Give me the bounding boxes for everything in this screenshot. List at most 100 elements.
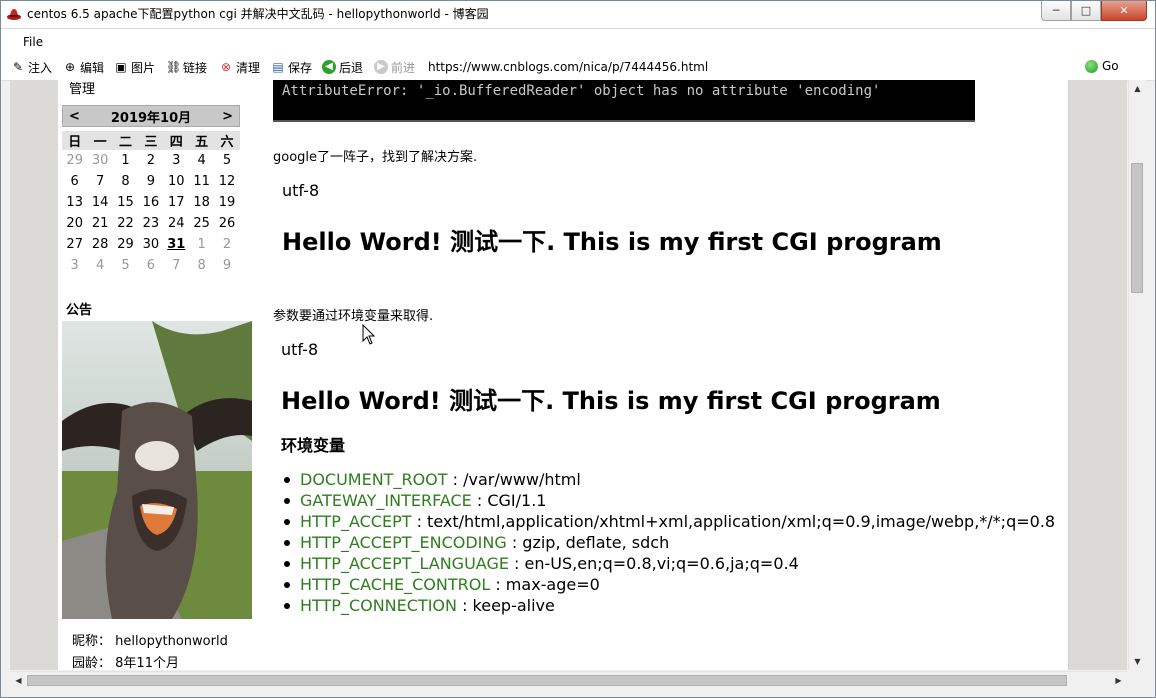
weekday-cell: 三 [144, 135, 158, 150]
vertical-scroll-thumb[interactable] [1131, 163, 1143, 293]
env-value: keep-alive [472, 596, 555, 615]
env-item: HTTP_ACCEPT : text/html,application/xhtm… [260, 511, 1055, 532]
calendar-day: 14 [91, 195, 109, 210]
env-item: HTTP_CONNECTION : keep-alive [260, 595, 1055, 616]
back-label: 后退 [339, 60, 364, 75]
calendar-day: 4 [95, 258, 105, 273]
code-block: AttributeError: '_io.BufferedReader' obj… [273, 80, 975, 122]
calendar-day: 28 [91, 237, 109, 252]
go-button[interactable]: Go [1085, 59, 1119, 73]
calendar-day: 27 [66, 237, 83, 252]
env-item: GATEWAY_INTERFACE : CGI/1.1 [260, 490, 1055, 511]
horizontal-scroll-thumb[interactable] [27, 675, 1067, 686]
weekday-cell: 四 [169, 135, 183, 150]
env-list: DOCUMENT_ROOT : /var/www/html GATEWAY_IN… [260, 469, 1055, 616]
calendar-day: 30 [91, 153, 109, 168]
content-divider [1068, 80, 1069, 670]
image-icon: ▣ [115, 60, 127, 74]
scroll-down-icon[interactable]: ▼ [1129, 653, 1146, 670]
calendar-day: 1 [121, 153, 130, 168]
env-sep: : [506, 533, 523, 552]
calendar-next-button[interactable]: > [222, 109, 233, 124]
calendar-day: 8 [121, 174, 130, 189]
env-key: GATEWAY_INTERFACE [300, 491, 472, 510]
donkey-photo [62, 321, 252, 619]
env-key: HTTP_ACCEPT [300, 512, 412, 531]
nickname-label: 昵称： [72, 634, 112, 649]
maximize-button[interactable]: □ [1071, 1, 1101, 21]
calendar-day-today[interactable]: 31 [164, 237, 189, 252]
calendar-day: 13 [66, 195, 83, 210]
env-sep: : [508, 554, 525, 573]
menu-file[interactable]: File [23, 35, 43, 49]
nickname-link[interactable]: hellopythonworld [115, 634, 228, 649]
blog-age-line: 园龄： 8年11个月 [72, 652, 179, 670]
calendar-day: 8 [197, 258, 206, 273]
calendar-day: 25 [193, 216, 210, 231]
syringe-icon: ✎ [12, 60, 24, 74]
edit-icon: ⊕ [64, 60, 76, 74]
back-button[interactable]: ◀ 后退 [322, 59, 363, 75]
weekday-cell: 五 [195, 135, 209, 150]
save-button[interactable]: ▤ 保存 [271, 59, 312, 75]
calendar-day: 15 [117, 195, 134, 210]
scroll-right-icon[interactable]: ▶ [1110, 672, 1127, 689]
edit-button[interactable]: ⊕ 编辑 [63, 59, 104, 75]
inject-label: 注入 [28, 60, 53, 75]
go-icon [1085, 59, 1098, 73]
links-button[interactable]: ⛓ 链接 [166, 59, 207, 75]
env-item: HTTP_ACCEPT_ENCODING : gzip, deflate, sd… [260, 532, 1055, 553]
clear-label: 清理 [236, 60, 261, 75]
mouse-cursor-icon [362, 324, 376, 345]
env-item: HTTP_CACHE_CONTROL : max-age=0 [260, 574, 1055, 595]
blog-sidebar: 管理 < 2019年10月 > 日 一 二 三 四 五 六 29 30 1 2 … [58, 80, 261, 670]
calendar-day: 9 [146, 174, 155, 189]
link-icon: ⛓ [166, 60, 182, 74]
scroll-left-icon[interactable]: ◀ [10, 672, 27, 689]
vertical-scrollbar[interactable]: ▲ ▼ [1128, 80, 1146, 670]
env-value: CGI/1.1 [487, 491, 547, 510]
weekday-cell: 一 [93, 135, 107, 150]
minimize-button[interactable]: ─ [1041, 1, 1071, 21]
scroll-up-icon[interactable]: ▲ [1129, 80, 1146, 97]
go-label: Go [1102, 59, 1119, 73]
weekday-cell: 六 [220, 135, 234, 150]
env-key: HTTP_CACHE_CONTROL [300, 575, 491, 594]
save-label: 保存 [288, 60, 313, 75]
calendar-day: 7 [172, 258, 181, 273]
calendar-day: 1 [197, 237, 206, 252]
url-field[interactable]: https://www.cnblogs.com/nica/p/7444456.h… [428, 59, 708, 75]
edit-label: 编辑 [80, 60, 105, 75]
calendar-day: 2 [222, 237, 232, 252]
calendar-day: 3 [172, 153, 181, 168]
calendar-week: 6 7 8 9 10 11 12 [62, 171, 240, 192]
env-sep: : [490, 575, 506, 594]
menu-bar: File [1, 29, 1155, 54]
inject-button[interactable]: ✎ 注入 [11, 59, 52, 75]
calendar-day: 29 [66, 153, 83, 168]
close-button[interactable]: ✕ [1101, 1, 1147, 21]
horizontal-scrollbar[interactable]: ◀ ▶ [10, 671, 1127, 689]
images-button[interactable]: ▣ 图片 [114, 59, 155, 75]
resize-grip[interactable] [1128, 671, 1145, 688]
env-sep: : [411, 512, 428, 531]
calendar-day: 5 [222, 153, 232, 168]
age-value: 8年11个月 [115, 656, 179, 670]
forward-button[interactable]: ▶ 前进 [374, 59, 415, 75]
title-bar[interactable]: centos 6.5 apache下配置python cgi 并解决中文乱码 -… [1, 1, 1155, 29]
nickname-line: 昵称： hellopythonworld [72, 630, 228, 649]
back-arrow-icon: ◀ [322, 60, 336, 74]
env-value: gzip, deflate, sdch [522, 533, 670, 552]
toolbar: ✎ 注入 ⊕ 编辑 ▣ 图片 ⛓ 链接 ⊗ 清理 ▤ 保存 ◀ 后退 ▶ 前进 [1, 54, 1155, 81]
post-content: AttributeError: '_io.BufferedReader' obj… [260, 80, 1068, 670]
calendar-prev-button[interactable]: < [69, 109, 80, 124]
admin-link[interactable]: 管理 [69, 80, 95, 97]
weekday-cell: 二 [118, 135, 132, 150]
clear-button[interactable]: ⊗ 清理 [219, 59, 260, 75]
calendar-day: 12 [218, 174, 236, 189]
output-heading: Hello Word! 测试一下. This is my first CGI p… [281, 387, 941, 415]
calendar-day: 5 [121, 258, 130, 273]
env-key: HTTP_ACCEPT_LANGUAGE [300, 554, 509, 573]
calendar-day: 20 [66, 216, 83, 231]
notice-heading: 公告 [66, 303, 93, 318]
